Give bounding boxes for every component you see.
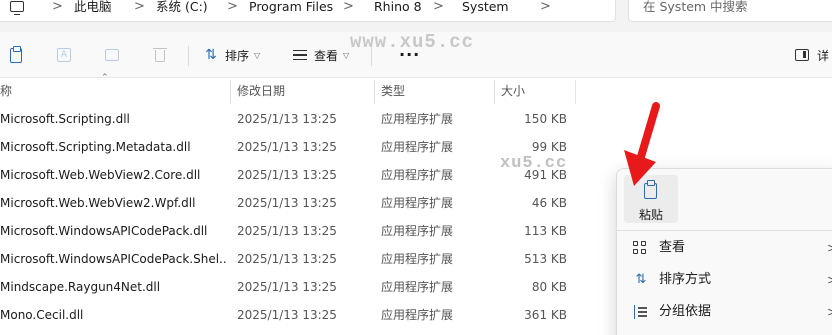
column-divider[interactable]	[494, 80, 495, 104]
address-row: > 此电脑 > 系统 (C:) > Program Files > Rhino …	[0, 0, 832, 32]
paste-label: 粘贴	[638, 208, 663, 222]
sort-icon: ⇅	[205, 47, 217, 63]
file-size: 46 KB	[531, 196, 567, 210]
file-name: Microsoft.Web.WebView2.Core.dll	[0, 168, 201, 182]
file-name: Microsoft.Web.WebView2.Wpf.dll	[0, 196, 196, 210]
file-size: 80 KB	[531, 280, 567, 294]
chevron-right-icon: >	[827, 265, 832, 295]
breadcrumb-chevron-icon[interactable]: >	[433, 0, 444, 14]
details-label: 详	[817, 48, 830, 63]
share-button[interactable]	[104, 42, 120, 68]
file-row[interactable]: Microsoft.Scripting.dll 2025/1/13 13:25 …	[0, 105, 600, 133]
file-size: 513 KB	[524, 252, 567, 266]
file-date: 2025/1/13 13:25	[237, 112, 337, 126]
breadcrumb-chevron-icon[interactable]: >	[343, 0, 354, 14]
chevron-right-icon: >	[827, 297, 832, 327]
breadcrumb-program-files[interactable]: Program Files	[249, 0, 333, 14]
file-name: Microsoft.WindowsAPICodePack.Shel...	[0, 252, 226, 266]
file-date: 2025/1/13 13:25	[237, 252, 337, 266]
file-type: 应用程序扩展	[381, 112, 454, 126]
watermark: xu5.cc	[500, 154, 568, 173]
file-date: 2025/1/13 13:25	[237, 224, 337, 238]
file-size: 361 KB	[524, 308, 567, 322]
breadcrumb-chevron-icon[interactable]: >	[52, 0, 63, 14]
menu-item-sort-by[interactable]: ⇅ 排序方式 >	[621, 265, 832, 295]
breadcrumb-this-pc[interactable]: 此电脑	[74, 0, 112, 14]
chevron-down-icon: ▽	[343, 50, 350, 60]
red-arrow-annotation	[624, 102, 660, 186]
file-date: 2025/1/13 13:25	[237, 280, 337, 294]
file-size: 113 KB	[524, 224, 567, 238]
file-row[interactable]: Microsoft.Web.WebView2.Wpf.dll 2025/1/13…	[0, 189, 600, 217]
file-type: 应用程序扩展	[381, 168, 454, 182]
file-type: 应用程序扩展	[381, 224, 454, 238]
grid-view-icon	[633, 241, 647, 255]
menu-item-view[interactable]: 查看 >	[621, 233, 832, 263]
column-header-name[interactable]: 称	[0, 78, 12, 104]
file-size: 150 KB	[524, 112, 567, 126]
paste-button[interactable]	[8, 42, 24, 68]
watermark: www.xu5.cc	[350, 31, 475, 53]
chevron-right-icon: >	[827, 233, 832, 263]
file-date: 2025/1/13 13:25	[237, 308, 337, 322]
search-placeholder: 在 System 中搜索	[643, 0, 748, 14]
view-button[interactable]: 查看 ▽	[292, 42, 349, 68]
menu-divider	[617, 230, 832, 231]
clipboard-icon	[8, 46, 24, 63]
sort-up-caret-icon: ⌃	[101, 73, 109, 83]
rename-icon: A	[56, 47, 72, 63]
search-input[interactable]: 在 System 中搜索	[628, 0, 832, 22]
rename-button[interactable]: A	[56, 42, 72, 68]
breadcrumb-chevron-icon[interactable]: >	[227, 0, 238, 14]
column-header-size[interactable]: 大小	[501, 78, 525, 104]
trash-icon	[152, 47, 168, 63]
file-row[interactable]: Mindscape.Raygun4Net.dll 2025/1/13 13:25…	[0, 273, 600, 301]
file-name: Microsoft.Scripting.Metadata.dll	[0, 140, 191, 154]
file-name: Mindscape.Raygun4Net.dll	[0, 280, 161, 294]
breadcrumb-system[interactable]: System	[462, 0, 509, 14]
file-date: 2025/1/13 13:25	[237, 140, 337, 154]
share-icon	[104, 47, 120, 63]
details-pane-icon	[794, 47, 810, 63]
breadcrumb-chevron-icon[interactable]: >	[134, 0, 145, 14]
file-date: 2025/1/13 13:25	[237, 196, 337, 210]
group-by-icon	[634, 305, 648, 319]
menu-item-label: 排序方式	[659, 272, 712, 287]
file-date: 2025/1/13 13:25	[237, 168, 337, 182]
delete-button[interactable]	[152, 42, 168, 68]
file-type: 应用程序扩展	[381, 280, 454, 294]
view-list-icon	[292, 47, 308, 63]
view-label: 查看	[314, 48, 339, 63]
column-header-date[interactable]: 修改日期	[237, 78, 285, 104]
menu-item-label: 分组依据	[659, 304, 712, 319]
breadcrumb-system-drive[interactable]: 系统 (C:)	[156, 0, 208, 14]
details-pane-button[interactable]: 详	[794, 42, 829, 68]
file-row[interactable]: Microsoft.WindowsAPICodePack.Shel... 202…	[0, 245, 600, 273]
file-type: 应用程序扩展	[381, 196, 454, 210]
breadcrumb-chevron-icon[interactable]: >	[540, 0, 551, 14]
file-type: 应用程序扩展	[381, 252, 454, 266]
sort-label: 排序	[225, 48, 250, 63]
file-row[interactable]: Microsoft.WindowsAPICodePack.dll 2025/1/…	[0, 217, 600, 245]
file-type: 应用程序扩展	[381, 140, 454, 154]
file-type: 应用程序扩展	[381, 308, 454, 322]
column-divider[interactable]	[374, 80, 375, 104]
column-header-type[interactable]: 类型	[381, 78, 405, 104]
column-divider[interactable]	[575, 80, 576, 104]
toolbar-divider	[188, 46, 189, 66]
column-divider[interactable]	[230, 80, 231, 104]
file-name: Microsoft.Scripting.dll	[0, 112, 130, 126]
context-menu: 粘贴 查看 > ⇅ 排序方式 > 分组依据 >	[616, 168, 832, 335]
this-pc-icon[interactable]	[10, 1, 24, 16]
chevron-down-icon: ▽	[254, 50, 261, 60]
menu-item-label: 查看	[659, 240, 686, 255]
sort-button[interactable]: ⇅ 排序 ▽	[203, 42, 260, 68]
address-bar[interactable]: > 此电脑 > 系统 (C:) > Program Files > Rhino …	[0, 0, 616, 22]
breadcrumb-rhino-8[interactable]: Rhino 8	[374, 0, 422, 14]
sort-icon: ⇅	[635, 272, 647, 287]
file-name: Mono.Cecil.dll	[0, 308, 84, 322]
file-row[interactable]: Mono.Cecil.dll 2025/1/13 13:25 应用程序扩展 36…	[0, 301, 600, 329]
file-name: Microsoft.WindowsAPICodePack.dll	[0, 224, 208, 238]
menu-item-group-by[interactable]: 分组依据 >	[621, 297, 832, 327]
